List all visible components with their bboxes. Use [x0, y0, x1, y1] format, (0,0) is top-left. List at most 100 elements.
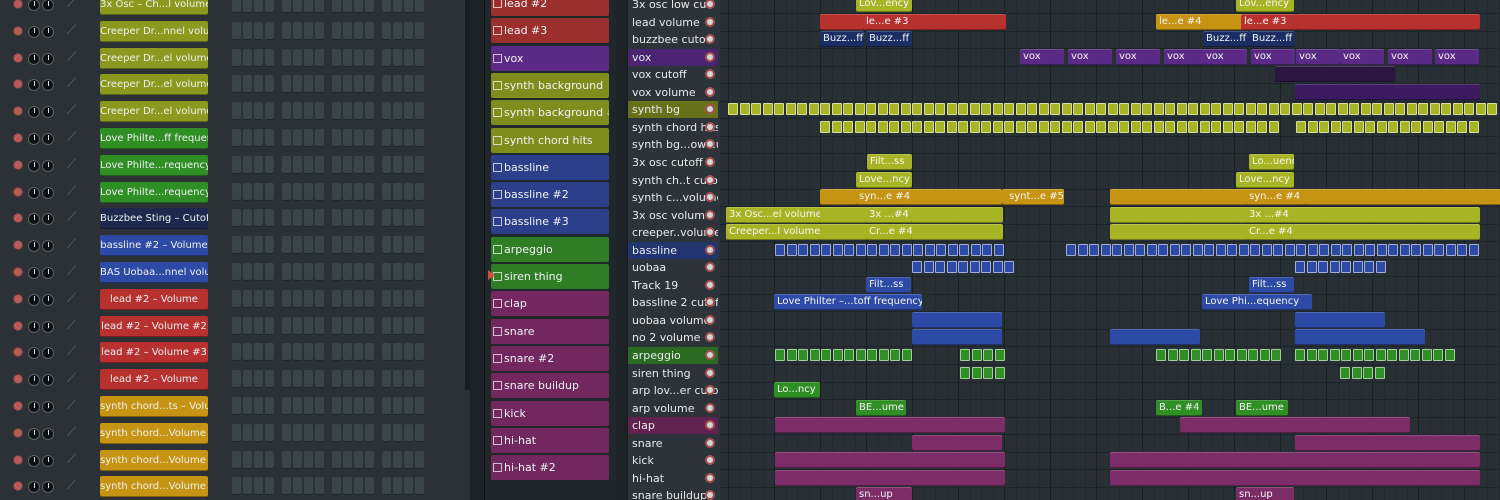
- pattern-clip[interactable]: [935, 120, 945, 133]
- channel-name-button[interactable]: Creeper Dr...el volume #2: [100, 47, 208, 69]
- track-header[interactable]: Track 19: [628, 276, 718, 294]
- step-button[interactable]: [293, 236, 302, 255]
- picker-item[interactable]: bassline #3: [491, 209, 609, 235]
- step-button[interactable]: [282, 263, 291, 281]
- step-button[interactable]: [393, 21, 402, 40]
- pattern-clip[interactable]: [1468, 120, 1479, 133]
- step-button[interactable]: [265, 343, 274, 362]
- step-button[interactable]: [393, 370, 402, 389]
- step-button[interactable]: [354, 21, 363, 40]
- step-button[interactable]: [315, 75, 324, 94]
- channel-row[interactable]: ⟋ lead #2 – Volume #2: [0, 315, 465, 342]
- step-button[interactable]: [254, 48, 263, 67]
- step-button[interactable]: [393, 397, 402, 415]
- step-button[interactable]: [365, 423, 374, 442]
- channel-row[interactable]: ⟋ Love Philte...requency #2: [0, 154, 465, 181]
- pattern-clip[interactable]: [867, 349, 877, 361]
- labeled-clip[interactable]: Buzz...ff: [866, 31, 912, 48]
- step-button[interactable]: [415, 209, 424, 228]
- step-button[interactable]: [343, 397, 352, 415]
- pattern-clip[interactable]: [866, 103, 876, 116]
- step-button[interactable]: [243, 21, 252, 40]
- pattern-clip[interactable]: [993, 243, 1004, 256]
- pattern-clip[interactable]: [762, 103, 773, 116]
- step-button[interactable]: [254, 263, 263, 281]
- channel-row[interactable]: ⟋ BAS Uobaa...nnel volume: [0, 261, 465, 288]
- step-button[interactable]: [254, 129, 263, 147]
- step-button[interactable]: [232, 75, 241, 94]
- pattern-clip[interactable]: [1399, 243, 1410, 256]
- step-button[interactable]: [393, 102, 402, 121]
- step-button[interactable]: [365, 397, 374, 415]
- pattern-clip[interactable]: [1222, 103, 1233, 116]
- step-button[interactable]: [232, 343, 241, 362]
- channel-row[interactable]: ⟋ Creeper Dr...el volume #4: [0, 73, 465, 100]
- volume-knob[interactable]: [42, 401, 54, 413]
- pattern-clip[interactable]: [1257, 120, 1267, 133]
- pattern-clip[interactable]: [912, 103, 922, 116]
- pattern-clip[interactable]: [1395, 103, 1405, 116]
- pattern-clip[interactable]: [855, 349, 866, 361]
- pattern-clip[interactable]: [1015, 103, 1026, 116]
- step-button[interactable]: [365, 48, 374, 67]
- pattern-clip[interactable]: [1388, 120, 1398, 133]
- pattern-clip[interactable]: [913, 243, 923, 256]
- step-button[interactable]: [265, 48, 274, 67]
- pattern-clip[interactable]: [947, 243, 958, 256]
- pattern-clip[interactable]: [1360, 103, 1371, 116]
- channel-led-icon[interactable]: [13, 240, 23, 251]
- pattern-clip[interactable]: [809, 243, 820, 256]
- step-button[interactable]: [382, 48, 391, 67]
- step-button[interactable]: [232, 21, 241, 40]
- step-button[interactable]: [265, 102, 274, 121]
- playlist-grid[interactable]: Lov...ency Lov...ency le...e #3 le...e #4 le…: [720, 0, 1500, 500]
- step-button[interactable]: [415, 155, 424, 174]
- step-button[interactable]: [354, 155, 363, 174]
- step-button[interactable]: [254, 102, 263, 121]
- step-button[interactable]: [365, 450, 374, 469]
- pattern-clip[interactable]: [1142, 120, 1152, 133]
- channel-name-button[interactable]: synth chord...Volume #4: [100, 449, 208, 471]
- step-button[interactable]: [232, 209, 241, 228]
- labeled-clip[interactable]: Love Phi...equency: [1202, 294, 1312, 311]
- pattern-clip[interactable]: [1165, 120, 1175, 133]
- pan-knob[interactable]: [28, 52, 40, 65]
- picker-item[interactable]: bassline #2: [491, 182, 609, 208]
- vox-clip[interactable]: vox: [1068, 48, 1112, 65]
- pattern-clip[interactable]: [877, 103, 888, 116]
- step-button[interactable]: [393, 209, 402, 228]
- picker-item[interactable]: synth background: [491, 72, 609, 98]
- step-button[interactable]: [415, 316, 424, 335]
- step-button[interactable]: [415, 289, 424, 308]
- pattern-clip[interactable]: [1387, 349, 1397, 361]
- channel-led-icon[interactable]: [13, 186, 23, 197]
- pattern-clip[interactable]: [1167, 349, 1178, 361]
- channel-name-button[interactable]: Love Philte...ff frequency: [100, 128, 208, 149]
- channel-row[interactable]: ⟋ Love Philte...requency #3: [0, 181, 465, 208]
- pattern-clip[interactable]: [1376, 120, 1387, 133]
- step-button[interactable]: [304, 102, 313, 121]
- pattern-clip[interactable]: [1273, 243, 1283, 256]
- step-button[interactable]: [232, 129, 241, 147]
- pattern-clip[interactable]: [786, 349, 797, 361]
- track-header[interactable]: synth bg: [628, 101, 718, 119]
- step-button[interactable]: [243, 450, 252, 469]
- labeled-clip[interactable]: 3x ...#4: [1246, 206, 1292, 223]
- channel-name-button[interactable]: lead #2 – Volume #2: [100, 315, 208, 337]
- channel-led-icon[interactable]: [13, 454, 23, 465]
- track-mute-icon[interactable]: [705, 472, 715, 483]
- pattern-clip[interactable]: [832, 243, 843, 256]
- step-button[interactable]: [393, 182, 402, 201]
- step-button[interactable]: [365, 102, 374, 121]
- step-button[interactable]: [243, 182, 252, 201]
- pattern-clip[interactable]: [923, 120, 934, 133]
- step-button[interactable]: [254, 423, 263, 442]
- step-button[interactable]: [382, 21, 391, 40]
- pattern-clip[interactable]: [1374, 366, 1385, 379]
- track-mute-icon[interactable]: [705, 192, 715, 203]
- step-button[interactable]: [365, 263, 374, 281]
- pattern-clip[interactable]: [1468, 243, 1479, 256]
- pattern-clip[interactable]: [866, 120, 876, 133]
- step-button[interactable]: [254, 343, 263, 362]
- step-button[interactable]: [265, 423, 274, 442]
